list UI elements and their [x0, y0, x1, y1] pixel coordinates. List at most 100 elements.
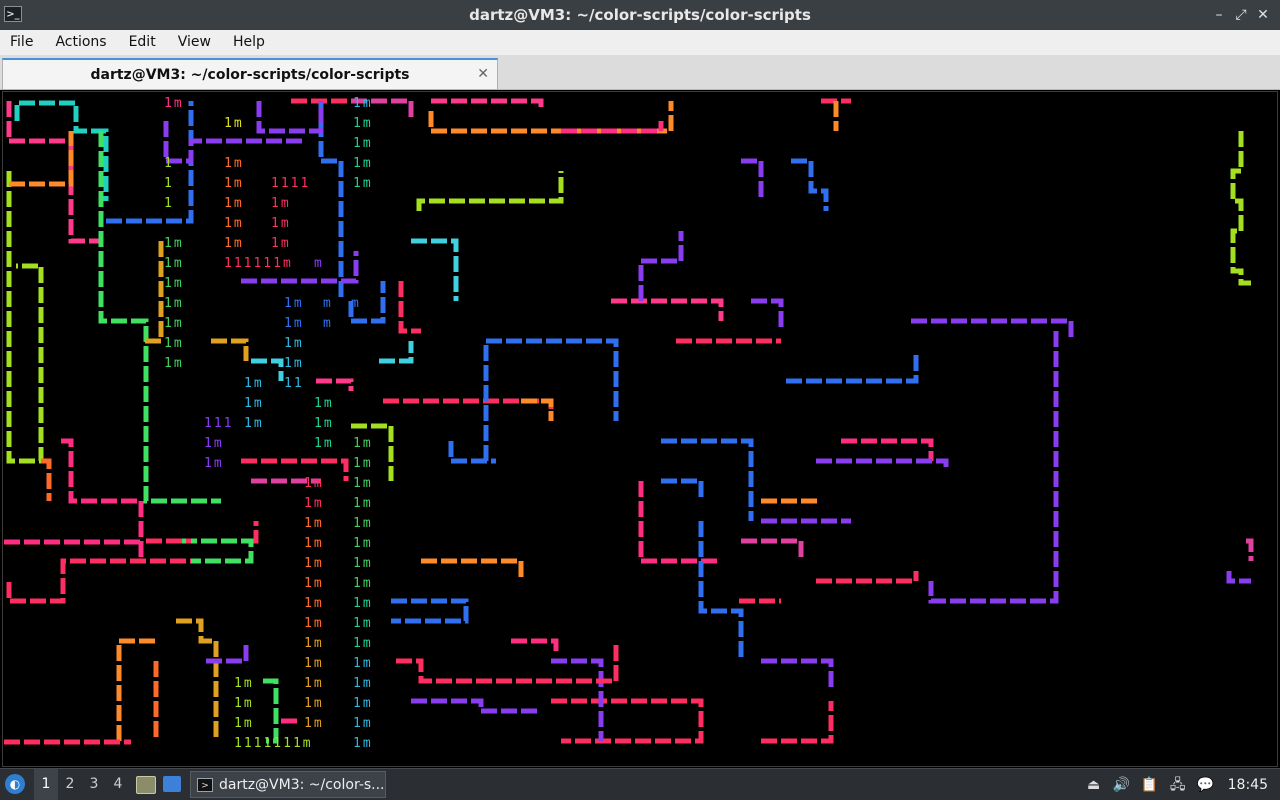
- terminal-text-fragment: 1m: [164, 96, 184, 111]
- terminal-text-fragment: 1m: [304, 536, 324, 551]
- terminal-text-fragment: 1m: [271, 236, 291, 251]
- pipe-segment: [816, 458, 949, 471]
- terminal-text-fragment: 1m: [353, 116, 373, 131]
- terminal-text-fragment: 1m: [353, 496, 373, 511]
- terminal-text-fragment: m: [314, 256, 324, 271]
- pipe-segment: [6, 171, 44, 464]
- pipe-segment: [6, 101, 101, 244]
- terminal-text-fragment: 1m: [314, 396, 334, 411]
- pipe-segment: [1226, 571, 1251, 584]
- pipe-segment: [351, 423, 394, 481]
- menu-edit[interactable]: Edit: [119, 30, 168, 55]
- pipe-segment: [251, 521, 259, 544]
- terminal-text-fragment: 1m: [353, 96, 373, 111]
- clipboard-icon[interactable]: 📋: [1139, 776, 1161, 794]
- menu-file[interactable]: File: [0, 30, 45, 55]
- desktop-3[interactable]: 3: [82, 769, 106, 800]
- terminal-text-fragment: 1m: [304, 556, 324, 571]
- pipe-segment: [398, 281, 421, 334]
- terminal-text-fragment: 1m: [353, 536, 373, 551]
- terminal-text-fragment: 1m: [164, 276, 184, 291]
- terminal-text-fragment: 1m: [224, 216, 244, 231]
- terminal-text-fragment: 1111111m: [234, 736, 313, 751]
- terminal-text-fragment: 111: [204, 416, 233, 431]
- terminal-text-fragment: 11: [284, 376, 304, 391]
- menu-view[interactable]: View: [168, 30, 223, 55]
- pipe-segment: [41, 458, 52, 501]
- terminal-text-fragment: 1m: [353, 656, 373, 671]
- title-bar: >_ dartz@VM3: ~/color-scripts/color-scri…: [0, 0, 1280, 30]
- terminal-text-fragment: 1m: [284, 336, 304, 351]
- pipe-segment: [316, 378, 354, 391]
- terminal-icon: >: [197, 777, 213, 792]
- tab-terminal[interactable]: dartz@VM3: ~/color-scripts/color-scripts…: [2, 58, 498, 89]
- pipe-segment: [1246, 538, 1254, 561]
- terminal-text-fragment: 1m: [353, 156, 373, 171]
- terminal-text-fragment: 1m: [304, 576, 324, 591]
- terminal-icon: >_: [4, 6, 22, 22]
- terminal-output[interactable]: 1m 1m 1 1m 1 1m 1111 1 1m 1m 1m 1m 1m 1m 111111m m 1m 1m 1…: [2, 91, 1278, 767]
- terminal-text-fragment: 1m: [204, 456, 224, 471]
- terminal-text-fragment: 1m: [164, 256, 184, 271]
- eject-icon[interactable]: ⏏: [1083, 776, 1105, 794]
- start-menu-icon[interactable]: ◐: [5, 774, 25, 794]
- terminal-text-fragment: 1m: [353, 476, 373, 491]
- terminal-text-fragment: 1m: [164, 356, 184, 371]
- terminal-text-fragment: 1: [164, 156, 174, 171]
- pipe-segment: [611, 298, 724, 321]
- terminal-text-fragment: 1m: [304, 636, 324, 651]
- pipe-segment: [751, 298, 784, 331]
- taskbar-terminal-button[interactable]: > dartz@VM3: ~/color-s...: [190, 771, 386, 798]
- terminal-text-fragment: 1m: [244, 396, 264, 411]
- pipe-segment: [379, 341, 414, 364]
- terminal-text-fragment: 1: [164, 196, 174, 211]
- pipe-segment: [928, 331, 1059, 604]
- tab-bar: dartz@VM3: ~/color-scripts/color-scripts…: [0, 55, 1280, 90]
- pipe-segment: [761, 701, 834, 744]
- desktop-1[interactable]: 1: [34, 769, 58, 800]
- terminal-text-fragment: 1m: [353, 436, 373, 451]
- pipe-segment: [1230, 131, 1251, 286]
- terminal-text-fragment: 1m: [224, 116, 244, 131]
- pipe-segment: [181, 538, 254, 564]
- terminal-text-fragment: 1m: [244, 416, 264, 431]
- terminal-text-fragment: 1m: [164, 316, 184, 331]
- minimize-button[interactable]: –: [1208, 7, 1230, 23]
- pipe-segment: [176, 618, 219, 741]
- terminal-text-fragment: 1m: [224, 236, 244, 251]
- pipe-segment: [638, 231, 684, 301]
- pipe-segment: [206, 641, 249, 664]
- terminal-text-fragment: 1m: [353, 616, 373, 631]
- terminal-text-fragment: m: [323, 296, 333, 311]
- terminal-text-fragment: 1m: [314, 436, 334, 451]
- terminal-text-fragment: 1m: [314, 416, 334, 431]
- terminal-text-fragment: 1m: [353, 176, 373, 191]
- terminal-text-fragment: 1m: [164, 336, 184, 351]
- menu-help[interactable]: Help: [223, 30, 277, 55]
- terminal-text-fragment: 1m: [353, 556, 373, 571]
- pipe-segment: [263, 678, 279, 744]
- window-title: dartz@VM3: ~/color-scripts/color-scripts: [469, 6, 811, 24]
- pipe-segment: [431, 98, 544, 111]
- file-manager-icon[interactable]: [136, 776, 156, 794]
- terminal-text-fragment: 1m: [234, 696, 254, 711]
- terminal-text-fragment: 1m: [353, 516, 373, 531]
- close-button[interactable]: ✕: [1252, 7, 1274, 23]
- pipe-segment: [511, 638, 559, 651]
- terminal-text-fragment: m: [323, 316, 333, 331]
- notification-icon[interactable]: 💬: [1195, 776, 1217, 794]
- terminal-text-fragment: 1m: [271, 196, 291, 211]
- tab-close-icon[interactable]: ✕: [477, 66, 489, 82]
- maximize-button[interactable]: ⤢: [1230, 7, 1252, 23]
- desktop-4[interactable]: 4: [106, 769, 130, 800]
- terminal-text-fragment: 1m: [304, 476, 324, 491]
- volume-icon[interactable]: 🔊: [1111, 776, 1133, 794]
- menu-actions[interactable]: Actions: [45, 30, 118, 55]
- pipe-segment: [561, 121, 664, 134]
- desktop-2[interactable]: 2: [58, 769, 82, 800]
- pipe-segment: [241, 458, 349, 481]
- show-desktop-icon[interactable]: [163, 776, 181, 792]
- network-icon[interactable]: 🖧: [1167, 776, 1189, 794]
- terminal-text-fragment: 1m: [234, 676, 254, 691]
- terminal-text-fragment: 1m: [224, 176, 244, 191]
